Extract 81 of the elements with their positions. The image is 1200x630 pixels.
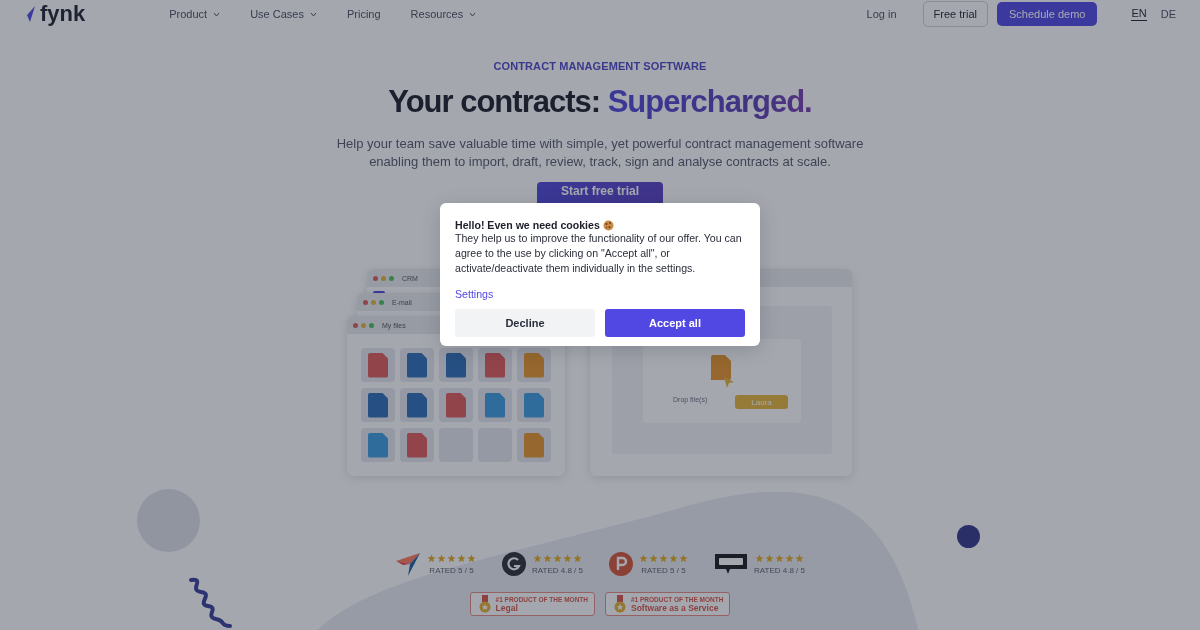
star-icon [467, 553, 476, 563]
file-icon [407, 432, 427, 458]
schedule-demo-button[interactable]: Schedule demo [997, 2, 1098, 26]
star-icon [563, 553, 572, 563]
nav-link[interactable]: Resources [410, 8, 477, 20]
medal-icon [614, 595, 626, 613]
rating-text: RATED 4.8 / 5 [532, 565, 583, 575]
file-icon [407, 352, 427, 378]
file-tile[interactable] [517, 348, 551, 382]
file-tile[interactable] [361, 428, 395, 462]
file-icon [485, 392, 505, 418]
star-icon [795, 553, 804, 563]
star-icon [573, 553, 582, 563]
star-icon [775, 553, 784, 563]
file-tile[interactable] [439, 388, 473, 422]
dialog-title: Hello! Even we need cookies [455, 219, 600, 231]
file-icon [524, 392, 544, 418]
file-icon [485, 352, 505, 378]
circle-logo-icon [609, 552, 633, 576]
headline: Your contracts: Supercharged. [388, 84, 812, 120]
cursor-icon [723, 376, 735, 389]
star-icon [765, 553, 774, 563]
star-icon [437, 553, 446, 563]
rating-text: RATED 4.8 / 5 [754, 565, 805, 575]
cookie-icon [602, 219, 614, 231]
star-icon [427, 553, 436, 563]
decorative-dot [957, 525, 980, 548]
file-icon [524, 352, 544, 378]
file-icon [407, 392, 427, 418]
star-icon [659, 553, 668, 563]
file-icon [524, 432, 544, 458]
rating-text: RATED 5 / 5 [641, 565, 686, 575]
award-category: Legal [495, 602, 519, 613]
file-icon [368, 392, 388, 418]
eyebrow-label: CONTRACT MANAGEMENT SOFTWARE [493, 60, 707, 72]
free-trial-button[interactable]: Free trial [922, 1, 988, 27]
nav-link[interactable]: Product [169, 8, 221, 20]
language-link[interactable]: DE [1160, 7, 1176, 21]
file-tile[interactable] [400, 388, 434, 422]
file-tile[interactable] [517, 388, 551, 422]
file-tile[interactable] [400, 348, 434, 382]
file-icon [711, 355, 731, 380]
star-icon [669, 553, 678, 563]
nav-link[interactable]: Pricing [346, 8, 381, 20]
file-icon [446, 392, 466, 418]
star-icon [533, 553, 542, 563]
file-icon [446, 352, 466, 378]
star-icon [457, 553, 466, 563]
file-tile[interactable] [361, 348, 395, 382]
file-icon [368, 352, 388, 378]
star-icon [639, 553, 648, 563]
file-tile[interactable] [361, 388, 395, 422]
file-tile[interactable] [478, 388, 512, 422]
star-icon [447, 553, 456, 563]
speech-logo-icon [714, 553, 748, 575]
language-link[interactable]: EN [1131, 7, 1147, 21]
accept-all-button[interactable]: Accept all [605, 309, 745, 337]
star-icon [543, 553, 552, 563]
hero-description: Help your team save valuable time with simple, yet powerful contract management software enabling them to import, draft, review, track, sign and analyse contracts at scale. [335, 135, 865, 171]
user-cursor-label: Laura [735, 395, 788, 409]
nav-link[interactable]: Use Cases [250, 8, 317, 20]
star-icon [553, 553, 562, 563]
star-icon [679, 553, 688, 563]
file-tile[interactable] [439, 348, 473, 382]
file-tile[interactable] [478, 348, 512, 382]
circle-logo-icon [502, 552, 526, 576]
decline-button[interactable]: Decline [455, 309, 595, 337]
award-category: Software as a Service [631, 602, 720, 613]
rating-text: RATED 5 / 5 [429, 565, 474, 575]
logo[interactable]: fynk [20, 1, 86, 27]
login-link[interactable]: Log in [860, 7, 903, 21]
star-icon [785, 553, 794, 563]
file-tile[interactable] [400, 428, 434, 462]
paper-plane-icon [395, 551, 421, 577]
file-tile[interactable] [517, 428, 551, 462]
settings-link[interactable]: Settings [455, 288, 494, 300]
file-icon [368, 432, 388, 458]
medal-icon [478, 595, 491, 613]
dialog-message: They help us to improve the functionality of our offer. You can agree to the use by clicking on "Accept all", or activate/deactivate them individually in the settings. [455, 231, 743, 276]
star-icon [755, 553, 764, 563]
star-icon [649, 553, 658, 563]
